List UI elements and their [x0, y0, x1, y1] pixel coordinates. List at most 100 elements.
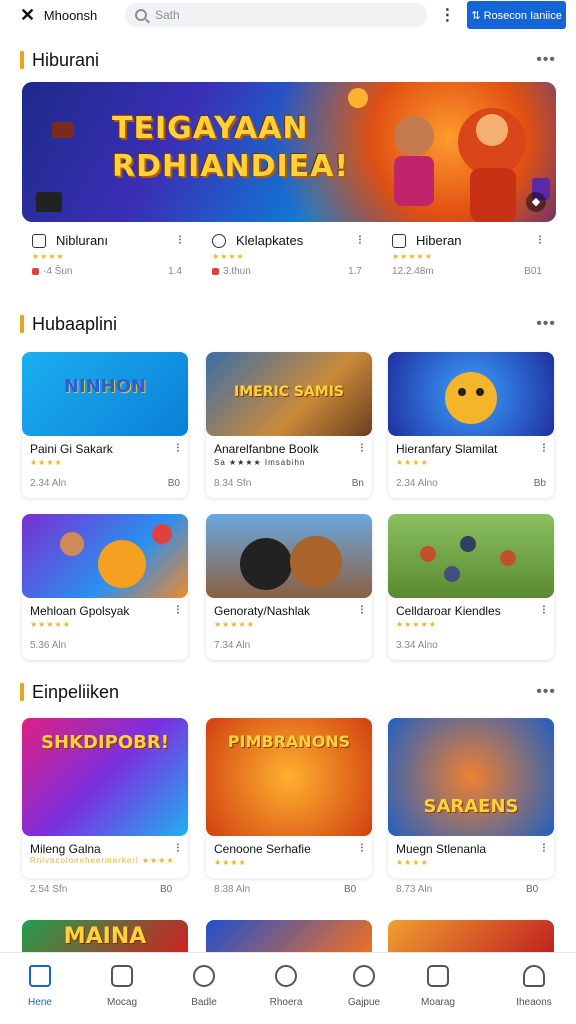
mini-meta-text: 3.thun — [223, 266, 251, 277]
more-vertical-icon[interactable]: ⁝ — [178, 232, 182, 248]
thumbnail-art — [420, 536, 516, 582]
more-vertical-icon[interactable]: ⋮ — [437, 5, 457, 25]
box-icon — [111, 965, 133, 987]
nav-label: Rhoera — [269, 997, 303, 1008]
more-vertical-icon[interactable]: ⁝ — [176, 840, 180, 856]
game-thumbnail — [206, 514, 372, 598]
nav-item-rhoera[interactable]: Rhoera — [250, 965, 322, 1019]
banner-title: TEIGAYAAN RDHIANDIEA! — [112, 110, 349, 186]
more-vertical-icon[interactable]: ⁝ — [542, 840, 546, 856]
rating-stars: ★★★★ — [30, 458, 63, 467]
game-thumbnail — [22, 514, 188, 598]
game-card[interactable]: Hieranfary Slamilat ⁝ ★★★★ 2.34 Alno Bb — [388, 352, 554, 498]
more-vertical-icon[interactable]: ⁝ — [360, 440, 364, 456]
more-vertical-icon[interactable]: ⁝ — [360, 602, 364, 618]
mini-title: Hiberan — [416, 233, 462, 248]
game-card[interactable]: SARAENS Muegn Stlenanla ⁝ ★★★★ — [388, 718, 554, 878]
game-title: Paini Gi Sakark — [30, 442, 113, 456]
section-header: Hubaaplini ••• — [20, 312, 556, 336]
primary-action-button[interactable]: ⇅ Rosecon Ianiice — [467, 1, 566, 29]
more-horizontal-icon[interactable]: ••• — [536, 683, 556, 701]
mini-item[interactable]: Nibluranı ⁝ ★★★★ ·4 Ŝun 1.4 — [32, 232, 182, 280]
banner-title-line1: TEIGAYAAN — [112, 111, 309, 146]
nav-item-home[interactable]: Hene — [4, 965, 76, 1019]
game-badge: B0 — [160, 884, 173, 895]
game-thumbnail[interactable] — [206, 920, 372, 954]
section-accent — [20, 51, 24, 69]
search-placeholder: Sath — [154, 8, 180, 22]
more-vertical-icon[interactable]: ⁝ — [358, 232, 362, 248]
game-thumbnail — [388, 514, 554, 598]
game-card[interactable]: PIMBRANONS Cenoone Serhafie ⁝ ★★★★ — [206, 718, 372, 878]
more-vertical-icon[interactable]: ⁝ — [176, 602, 180, 618]
game-card[interactable]: SHKDIPOBR! Mileng Galna ⁝ Rnlvacolonehee… — [22, 718, 188, 878]
thumbnail-text: SARAENS — [423, 796, 519, 817]
banner-title-line2: RDHIANDIEA! — [112, 149, 350, 184]
game-thumbnail: SHKDIPOBR! — [22, 718, 188, 836]
game-meta: 2.54 Sfn — [30, 884, 68, 895]
person-icon — [193, 965, 215, 987]
badge-icon[interactable]: ◆ — [526, 192, 546, 212]
section-header: Einpeliiken ••• — [20, 680, 556, 704]
game-meta: 7.34 Aln — [214, 640, 251, 651]
mini-count: 1.7 — [348, 266, 362, 277]
mini-list: Nibluranı ⁝ ★★★★ ·4 Ŝun 1.4 Klelapkates … — [32, 232, 556, 280]
more-vertical-icon[interactable]: ⁝ — [360, 840, 364, 856]
close-icon[interactable]: ✕ — [20, 6, 38, 24]
status-dot-icon — [212, 268, 219, 275]
more-horizontal-icon[interactable]: ••• — [536, 315, 556, 333]
more-vertical-icon[interactable]: ⁝ — [542, 440, 546, 456]
rating-stars: Rnlvacoloneheermerkerl ★★★★ — [30, 856, 175, 865]
nav-label: Gajpue — [347, 997, 381, 1008]
mini-meta-text: ·4 Ŝun — [43, 266, 73, 277]
rating-stars: ★★★★ — [396, 458, 429, 467]
game-thumbnail[interactable]: MAINA — [22, 920, 188, 954]
mini-title: Nibluranı — [56, 233, 109, 248]
mini-title: Klelapkates — [236, 233, 304, 248]
clock-icon — [275, 965, 297, 987]
mini-item[interactable]: Hiberan ⁝ ★★★★★ 12.2.48m B01 — [392, 232, 542, 280]
nav-item-iheaons[interactable]: Iheaons — [498, 965, 570, 1019]
game-badge: Bb — [533, 478, 546, 489]
game-badge: B0 — [167, 478, 180, 489]
game-meta: 5.36 Aln — [30, 640, 67, 651]
game-card[interactable]: IMERIC SAMIS Anarelfanbne Boolk ⁝ Sa ★★★… — [206, 352, 372, 498]
more-vertical-icon[interactable]: ⁝ — [538, 232, 542, 248]
mini-meta: ·4 Ŝun — [32, 266, 72, 277]
nav-item-badle[interactable]: Badle — [168, 965, 240, 1019]
game-card[interactable]: NINHON Paini Gi Sakark ⁝ ★★★★ 2.34 Aln B… — [22, 352, 188, 498]
rating-stars: ★★★★★ — [214, 620, 255, 629]
game-card[interactable]: Genoraty/Nashlak ⁝ ★★★★★ 7.34 Aln — [206, 514, 372, 660]
nav-item-mocag[interactable]: Mocag — [86, 965, 158, 1019]
game-thumbnail: IMERIC SAMIS — [206, 352, 372, 436]
bottom-navigation: Hene Mocag Badle Rhoera Gajpue Moarag Ih… — [0, 952, 576, 1024]
more-horizontal-icon[interactable]: ••• — [536, 51, 556, 69]
search-input[interactable]: Sath — [124, 3, 428, 27]
game-title: Hieranfary Slamilat — [396, 442, 498, 456]
game-thumbnail[interactable] — [388, 920, 554, 954]
section-title: Hiburani — [32, 49, 100, 70]
featured-banner[interactable]: TEIGAYAAN RDHIANDIEA! ◆ — [22, 82, 556, 222]
thumbnail-text: PIMBRANONS — [227, 732, 351, 751]
thumbnail-text: SHKDIPOBR! — [41, 732, 169, 753]
app-title: Mhoonsh — [43, 7, 98, 23]
section-title: Hubaaplini — [32, 313, 118, 334]
more-vertical-icon[interactable]: ⁝ — [542, 602, 546, 618]
game-card[interactable]: Celldaroar Kiendles ⁝ ★★★★★ 3.34 Alno — [388, 514, 554, 660]
rating-stars: ★★★★ — [32, 252, 65, 261]
profile-icon — [523, 965, 545, 987]
chart-icon — [427, 965, 449, 987]
tag-icon — [392, 234, 406, 248]
game-meta: 8.34 Sfn — [214, 478, 252, 489]
game-card[interactable]: Mehloan Gpolsyak ⁝ ★★★★★ 5.36 Aln — [22, 514, 188, 660]
top-bar: ✕ Mhoonsh Sath ⋮ ⇅ Rosecon Ianiice — [0, 0, 576, 30]
nav-item-gajpue[interactable]: Gajpue — [328, 965, 400, 1019]
rating-stars: Sa ★★★★ Imsabihn — [214, 458, 306, 467]
rating-stars: ★★★★★ — [396, 620, 437, 629]
mini-item[interactable]: Klelapkates ⁝ ★★★★ 3.thun 1.7 — [212, 232, 362, 280]
more-vertical-icon[interactable]: ⁝ — [176, 440, 180, 456]
game-badge: Bn — [351, 478, 364, 489]
nav-item-moarag[interactable]: Moarag — [402, 965, 474, 1019]
game-meta: 8.73 Aln — [396, 884, 433, 895]
chat-icon — [212, 234, 226, 248]
